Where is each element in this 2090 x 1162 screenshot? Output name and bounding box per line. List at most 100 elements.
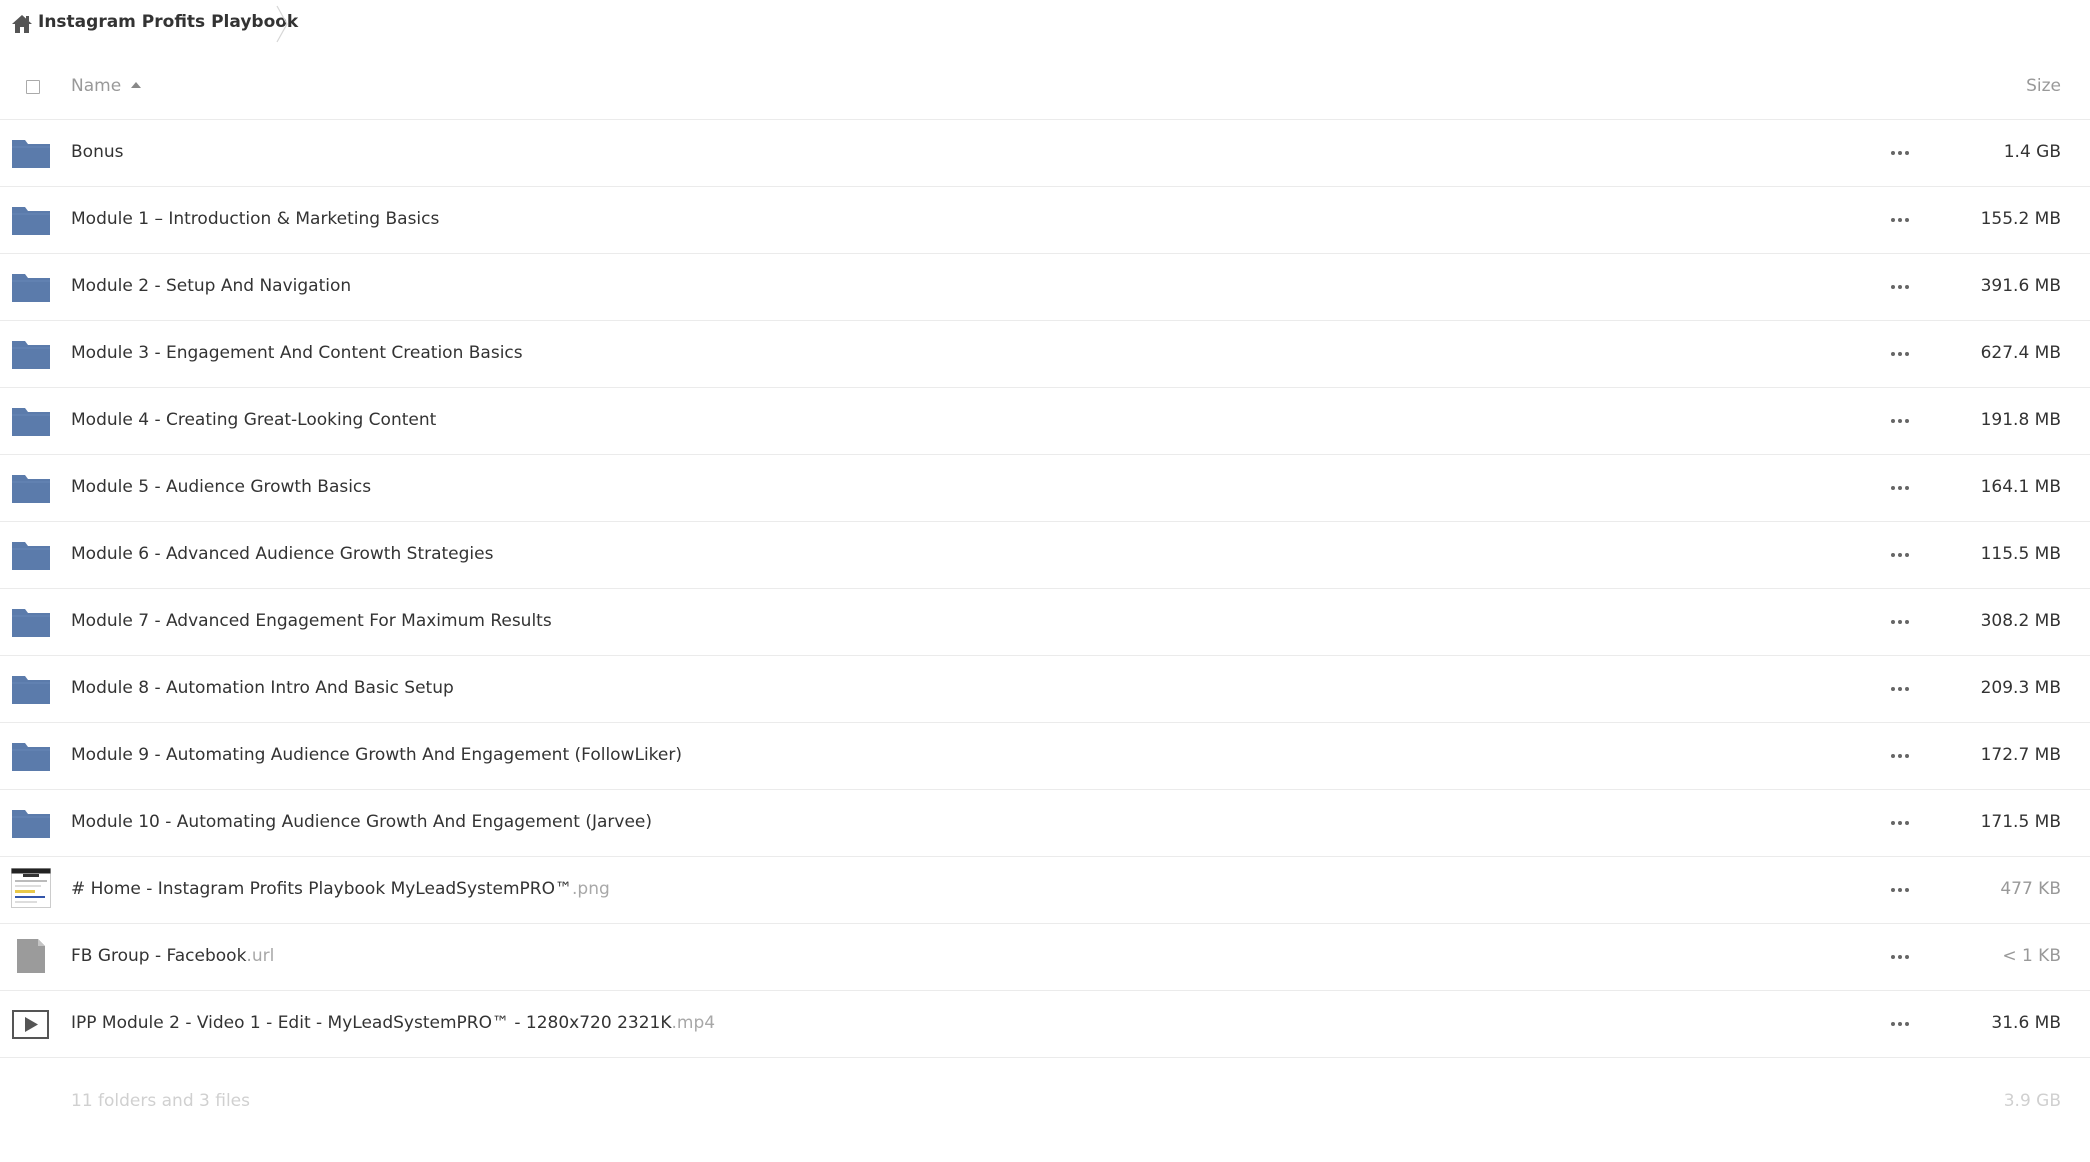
folder-row[interactable]: Module 3 - Engagement And Content Creati… xyxy=(0,321,2090,388)
folder-row[interactable]: Module 5 - Audience Growth Basics 164.1 M… xyxy=(0,455,2090,522)
more-dot xyxy=(1898,1022,1902,1026)
file-basename: Bonus xyxy=(71,142,124,162)
file-name[interactable]: Module 9 - Automating Audience Growth An… xyxy=(71,745,682,765)
file-size: 115.5 MB xyxy=(1980,544,2061,564)
more-dot xyxy=(1891,687,1895,691)
folder-row[interactable]: Module 2 - Setup And Navigation 391.6 MB xyxy=(0,254,2090,321)
file-basename: Module 3 - Engagement And Content Creati… xyxy=(71,343,523,363)
summary-total-size: 3.9 GB xyxy=(2003,1091,2061,1111)
file-basename: # Home - Instagram Profits Playbook MyLe… xyxy=(71,879,572,899)
more-actions-icon[interactable] xyxy=(1880,1011,1920,1037)
file-name[interactable]: # Home - Instagram Profits Playbook MyLe… xyxy=(71,879,610,899)
file-name[interactable]: Module 8 - Automation Intro And Basic Se… xyxy=(71,678,454,698)
more-actions-icon[interactable] xyxy=(1880,877,1920,903)
more-dot xyxy=(1905,888,1909,892)
more-dot xyxy=(1891,218,1895,222)
file-row[interactable]: # Home - Instagram Profits Playbook MyLe… xyxy=(0,857,2090,924)
file-basename: Module 1 – Introduction & Marketing Basi… xyxy=(71,209,440,229)
more-actions-icon[interactable] xyxy=(1880,341,1920,367)
file-basename: Module 2 - Setup And Navigation xyxy=(71,276,352,296)
more-dot xyxy=(1905,687,1909,691)
file-row[interactable]: FB Group - Facebook.url < 1 KB xyxy=(0,924,2090,991)
summary-count: 11 folders and 3 files xyxy=(71,1091,250,1111)
file-name[interactable]: IPP Module 2 - Video 1 - Edit - MyLeadSy… xyxy=(71,1013,715,1033)
more-dot xyxy=(1898,888,1902,892)
more-actions-icon[interactable] xyxy=(1880,676,1920,702)
more-actions-icon[interactable] xyxy=(1880,542,1920,568)
breadcrumb: Instagram Profits Playbook xyxy=(0,0,2090,48)
folder-row[interactable]: Module 10 - Automating Audience Growth A… xyxy=(0,790,2090,857)
more-actions-icon[interactable] xyxy=(1880,609,1920,635)
more-dot xyxy=(1905,821,1909,825)
folder-row[interactable]: Module 1 – Introduction & Marketing Basi… xyxy=(0,187,2090,254)
more-actions-icon[interactable] xyxy=(1880,743,1920,769)
more-dot xyxy=(1905,285,1909,289)
more-actions-icon[interactable] xyxy=(1880,408,1920,434)
folder-row[interactable]: Module 7 - Advanced Engagement For Maxim… xyxy=(0,589,2090,656)
more-dot xyxy=(1905,955,1909,959)
more-dot xyxy=(1905,151,1909,155)
file-extension: .url xyxy=(246,946,275,966)
more-dot xyxy=(1898,687,1902,691)
more-dot xyxy=(1905,1022,1909,1026)
home-icon[interactable] xyxy=(11,14,33,34)
more-dot xyxy=(1898,821,1902,825)
name-column-header[interactable]: Name xyxy=(71,76,142,96)
more-dot xyxy=(1891,553,1895,557)
more-actions-icon[interactable] xyxy=(1880,810,1920,836)
file-list-header: Name Size xyxy=(0,62,2090,120)
more-actions-icon[interactable] xyxy=(1880,944,1920,970)
more-dot xyxy=(1891,888,1895,892)
folder-row[interactable]: Module 6 - Advanced Audience Growth Stra… xyxy=(0,522,2090,589)
more-dot xyxy=(1905,754,1909,758)
more-dot xyxy=(1898,955,1902,959)
file-extension: .mp4 xyxy=(671,1013,716,1033)
file-basename: IPP Module 2 - Video 1 - Edit - MyLeadSy… xyxy=(71,1013,672,1033)
more-actions-icon[interactable] xyxy=(1880,207,1920,233)
file-basename: Module 7 - Advanced Engagement For Maxim… xyxy=(71,611,552,631)
more-dot xyxy=(1905,419,1909,423)
more-dot xyxy=(1898,218,1902,222)
more-dot xyxy=(1891,955,1895,959)
file-basename: Module 10 - Automating Audience Growth A… xyxy=(71,812,652,832)
more-dot xyxy=(1898,553,1902,557)
size-column-header[interactable]: Size xyxy=(2026,76,2061,96)
folder-row[interactable]: Module 8 - Automation Intro And Basic Se… xyxy=(0,656,2090,723)
file-name[interactable]: Module 4 - Creating Great-Looking Conten… xyxy=(71,410,436,430)
file-name[interactable]: Module 1 – Introduction & Marketing Basi… xyxy=(71,209,439,229)
file-list-summary: 11 folders and 3 files 3.9 GB xyxy=(0,1085,2090,1115)
more-dot xyxy=(1905,352,1909,356)
select-all-checkbox[interactable] xyxy=(26,80,40,94)
file-basename: Module 4 - Creating Great-Looking Conten… xyxy=(71,410,437,430)
file-name[interactable]: FB Group - Facebook.url xyxy=(71,946,274,966)
file-name[interactable]: Bonus xyxy=(71,142,123,162)
file-size: 172.7 MB xyxy=(1980,745,2061,765)
more-dot xyxy=(1891,285,1895,289)
more-actions-icon[interactable] xyxy=(1880,140,1920,166)
file-name[interactable]: Module 5 - Audience Growth Basics xyxy=(71,477,371,497)
file-name[interactable]: Module 7 - Advanced Engagement For Maxim… xyxy=(71,611,552,631)
more-dot xyxy=(1898,620,1902,624)
more-dot xyxy=(1898,754,1902,758)
more-dot xyxy=(1898,419,1902,423)
file-name[interactable]: Module 3 - Engagement And Content Creati… xyxy=(71,343,523,363)
file-size: 209.3 MB xyxy=(1980,678,2061,698)
more-dot xyxy=(1891,486,1895,490)
more-dot xyxy=(1898,285,1902,289)
file-row[interactable]: IPP Module 2 - Video 1 - Edit - MyLeadSy… xyxy=(0,991,2090,1058)
breadcrumb-home-label[interactable]: Instagram Profits Playbook xyxy=(38,12,298,32)
more-actions-icon[interactable] xyxy=(1880,274,1920,300)
file-size: < 1 KB xyxy=(2002,946,2061,966)
more-dot xyxy=(1905,620,1909,624)
more-actions-icon[interactable] xyxy=(1880,475,1920,501)
file-size: 155.2 MB xyxy=(1980,209,2061,229)
file-basename: Module 5 - Audience Growth Basics xyxy=(71,477,372,497)
file-size: 308.2 MB xyxy=(1980,611,2061,631)
folder-row[interactable]: Bonus 1.4 GB xyxy=(0,120,2090,187)
file-name[interactable]: Module 2 - Setup And Navigation xyxy=(71,276,351,296)
file-name[interactable]: Module 6 - Advanced Audience Growth Stra… xyxy=(71,544,493,564)
folder-row[interactable]: Module 4 - Creating Great-Looking Conten… xyxy=(0,388,2090,455)
file-name[interactable]: Module 10 - Automating Audience Growth A… xyxy=(71,812,652,832)
file-list: Bonus 1.4 GB Module 1 – Introduction & Mar… xyxy=(0,120,2090,1058)
folder-row[interactable]: Module 9 - Automating Audience Growth An… xyxy=(0,723,2090,790)
